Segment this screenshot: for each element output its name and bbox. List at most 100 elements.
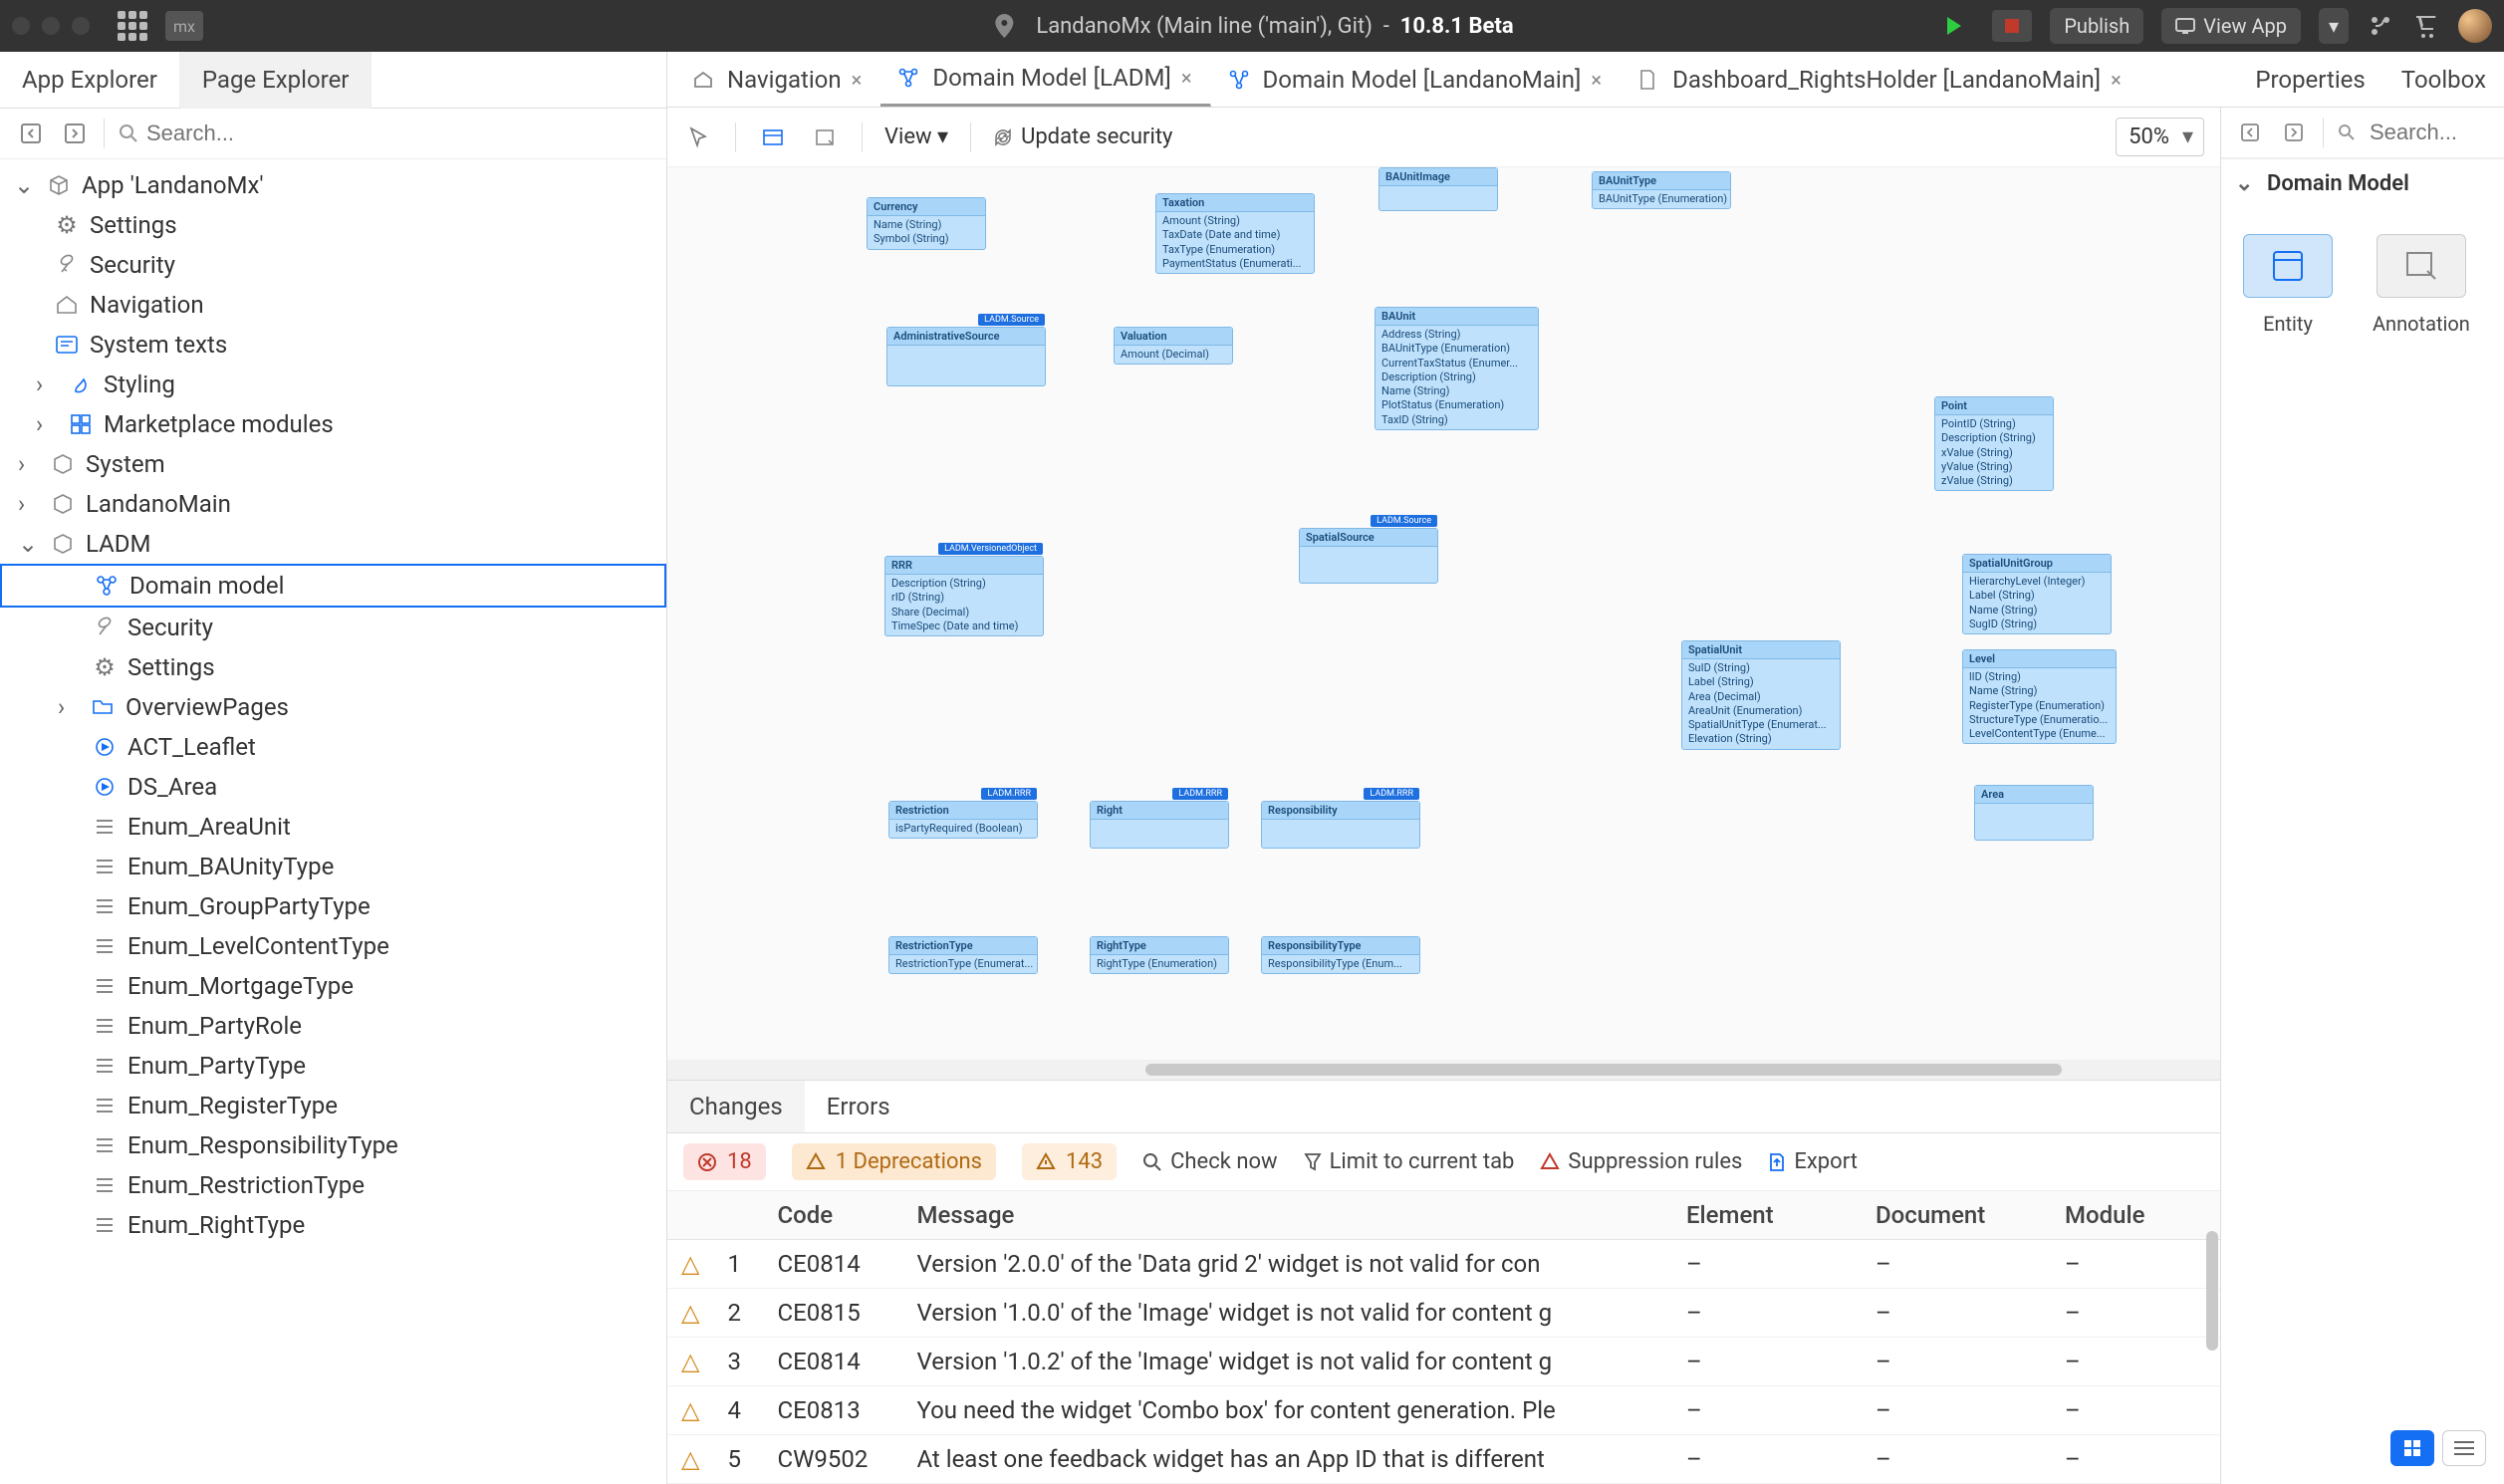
tab-page-explorer[interactable]: Page Explorer	[180, 52, 373, 109]
tree-navigation[interactable]: Navigation	[0, 285, 666, 325]
errors-table: Code Message Element Document Module △ 1…	[667, 1191, 2220, 1484]
tree-system[interactable]: ›System	[0, 444, 666, 484]
domain-model-canvas[interactable]: CurrencyName (String) Symbol (String) Ta…	[667, 167, 2220, 1060]
tree-security-ladm[interactable]: Security	[0, 608, 666, 647]
list-view-button[interactable]	[2442, 1430, 2486, 1466]
table-row[interactable]: △ 4 CE0813 You need the widget 'Combo bo…	[667, 1386, 2220, 1435]
panel-tab-properties[interactable]: Properties	[2237, 52, 2382, 107]
deprecations-badge[interactable]: 1 Deprecations	[792, 1143, 996, 1180]
cart-icon[interactable]	[2412, 12, 2440, 40]
toolbox-search-input[interactable]	[2370, 120, 2489, 145]
refresh-icon	[993, 127, 1013, 147]
pointer-icon[interactable]	[683, 123, 713, 152]
tree-enum-restriction[interactable]: Enum_RestrictionType	[0, 1165, 666, 1205]
tree-enum-partytype[interactable]: Enum_PartyType	[0, 1046, 666, 1086]
update-security-button[interactable]: Update security	[993, 124, 1172, 149]
col-document[interactable]: Document	[1862, 1191, 2051, 1240]
right-toolbox-panel: ⌄Domain Model Entity Annotation	[2220, 108, 2504, 1484]
tree-act-leaflet[interactable]: ACT_Leaflet	[0, 727, 666, 767]
table-row[interactable]: △ 2 CE0815 Version '1.0.0' of the 'Image…	[667, 1289, 2220, 1338]
tree-enum-mortgage[interactable]: Enum_MortgageType	[0, 966, 666, 1006]
tree-enum-groupparty[interactable]: Enum_GroupPartyType	[0, 886, 666, 926]
col-code[interactable]: Code	[763, 1191, 902, 1240]
row-document: –	[1862, 1386, 2051, 1435]
zoom-select[interactable]: 50%	[2116, 118, 2204, 156]
export-button[interactable]: Export	[1768, 1149, 1858, 1174]
tree-settings[interactable]: ⚙Settings	[0, 205, 666, 245]
table-row[interactable]: △ 1 CE0814 Version '2.0.0' of the 'Data …	[667, 1240, 2220, 1289]
funnel-icon	[1304, 1152, 1322, 1172]
table-row[interactable]: △ 3 CE0814 Version '1.0.2' of the 'Image…	[667, 1338, 2220, 1386]
canvas-hscroll[interactable]	[667, 1060, 2220, 1080]
toolbox-annotation[interactable]: Annotation	[2373, 234, 2470, 336]
warnings-badge[interactable]: 143	[1022, 1143, 1117, 1180]
doc-tab-dashboard[interactable]: Dashboard_RightsHolder [LandanoMain]×	[1621, 52, 2140, 107]
errors-badge[interactable]: 18	[683, 1143, 766, 1180]
collapse-right-icon[interactable]	[60, 119, 90, 148]
tree-domain-model[interactable]: Domain model	[0, 564, 666, 608]
rp-collapse-right-icon[interactable]	[2279, 118, 2309, 147]
collapse-left-icon[interactable]	[16, 119, 46, 148]
col-element[interactable]: Element	[1672, 1191, 1862, 1240]
tree-enum-register[interactable]: Enum_RegisterType	[0, 1086, 666, 1125]
tree-enum-levelcontent[interactable]: Enum_LevelContentType	[0, 926, 666, 966]
window-controls[interactable]	[12, 17, 90, 35]
run-button[interactable]	[1934, 10, 1974, 42]
doc-tab-landanomain[interactable]: Domain Model [LandanoMain]×	[1211, 52, 1622, 107]
check-now-button[interactable]: Check now	[1142, 1149, 1277, 1174]
limit-tab-button[interactable]: Limit to current tab	[1304, 1149, 1515, 1174]
close-icon[interactable]: ×	[1591, 68, 1602, 92]
row-message: Version '1.0.2' of the 'Image' widget is…	[902, 1338, 1672, 1386]
table-row[interactable]: △ 5 CW9502 At least one feedback widget …	[667, 1435, 2220, 1484]
panel-tab-toolbox[interactable]: Toolbox	[2383, 52, 2504, 107]
toolbox-entity[interactable]: Entity	[2243, 234, 2333, 336]
tree-ladm[interactable]: ⌄LADM	[0, 524, 666, 564]
close-icon[interactable]: ×	[1181, 66, 1192, 90]
row-message: At least one feedback widget has an App …	[902, 1435, 1672, 1484]
tree-enum-baunity[interactable]: Enum_BAUnityType	[0, 847, 666, 886]
tab-app-explorer[interactable]: App Explorer	[0, 52, 180, 108]
row-element: –	[1672, 1240, 1862, 1289]
row-document: –	[1862, 1435, 2051, 1484]
tree-styling[interactable]: ›Styling	[0, 365, 666, 404]
user-avatar[interactable]	[2458, 9, 2492, 43]
close-icon[interactable]: ×	[2111, 68, 2122, 92]
annotation-tool-icon[interactable]	[810, 123, 840, 152]
view-menu[interactable]: View ▾	[884, 124, 948, 149]
tree-landanomain[interactable]: ›LandanoMain	[0, 484, 666, 524]
tree-settings-ladm[interactable]: ⚙Settings	[0, 647, 666, 687]
tree-enum-righttype[interactable]: Enum_RightType	[0, 1205, 666, 1245]
bottom-tab-changes[interactable]: Changes	[667, 1081, 805, 1132]
tree-security[interactable]: Security	[0, 245, 666, 285]
tree-enum-areaunit[interactable]: Enum_AreaUnit	[0, 807, 666, 847]
tree-marketplace[interactable]: ›Marketplace modules	[0, 404, 666, 444]
view-app-dropdown[interactable]: ▾	[2319, 8, 2349, 44]
row-document: –	[1862, 1289, 2051, 1338]
branch-icon[interactable]	[2367, 12, 2394, 40]
apps-menu-icon[interactable]	[118, 11, 147, 41]
tree-enum-responsibility[interactable]: Enum_ResponsibilityType	[0, 1125, 666, 1165]
errors-vscroll[interactable]	[2206, 1231, 2218, 1351]
grid-view-button[interactable]	[2390, 1430, 2434, 1466]
rp-collapse-left-icon[interactable]	[2235, 118, 2265, 147]
search-icon	[119, 124, 138, 143]
tree-ds-area[interactable]: DS_Area	[0, 767, 666, 807]
doc-tab-navigation[interactable]: Navigation×	[675, 52, 880, 107]
doc-tab-ladm[interactable]: Domain Model [LADM]×	[880, 52, 1210, 107]
col-message[interactable]: Message	[902, 1191, 1672, 1240]
tree-app-root[interactable]: ⌄App 'LandanoMx'	[0, 165, 666, 205]
toolbox-section-header[interactable]: ⌄Domain Model	[2221, 159, 2504, 208]
suppression-button[interactable]: Suppression rules	[1540, 1149, 1742, 1174]
view-app-button[interactable]: View App	[2161, 8, 2301, 44]
tree-system-texts[interactable]: System texts	[0, 325, 666, 365]
tree-enum-partyrole[interactable]: Enum_PartyRole	[0, 1006, 666, 1046]
sidebar-search-input[interactable]	[146, 121, 650, 146]
entity-tool-icon[interactable]	[758, 123, 788, 152]
col-module[interactable]: Module	[2051, 1191, 2220, 1240]
close-icon[interactable]: ×	[852, 68, 863, 92]
stop-button[interactable]	[1992, 10, 2032, 42]
bottom-tab-errors[interactable]: Errors	[805, 1081, 912, 1132]
tree-overviewpages[interactable]: ›OverviewPages	[0, 687, 666, 727]
sidebar-search[interactable]	[119, 121, 650, 146]
publish-button[interactable]: Publish	[2050, 8, 2143, 44]
